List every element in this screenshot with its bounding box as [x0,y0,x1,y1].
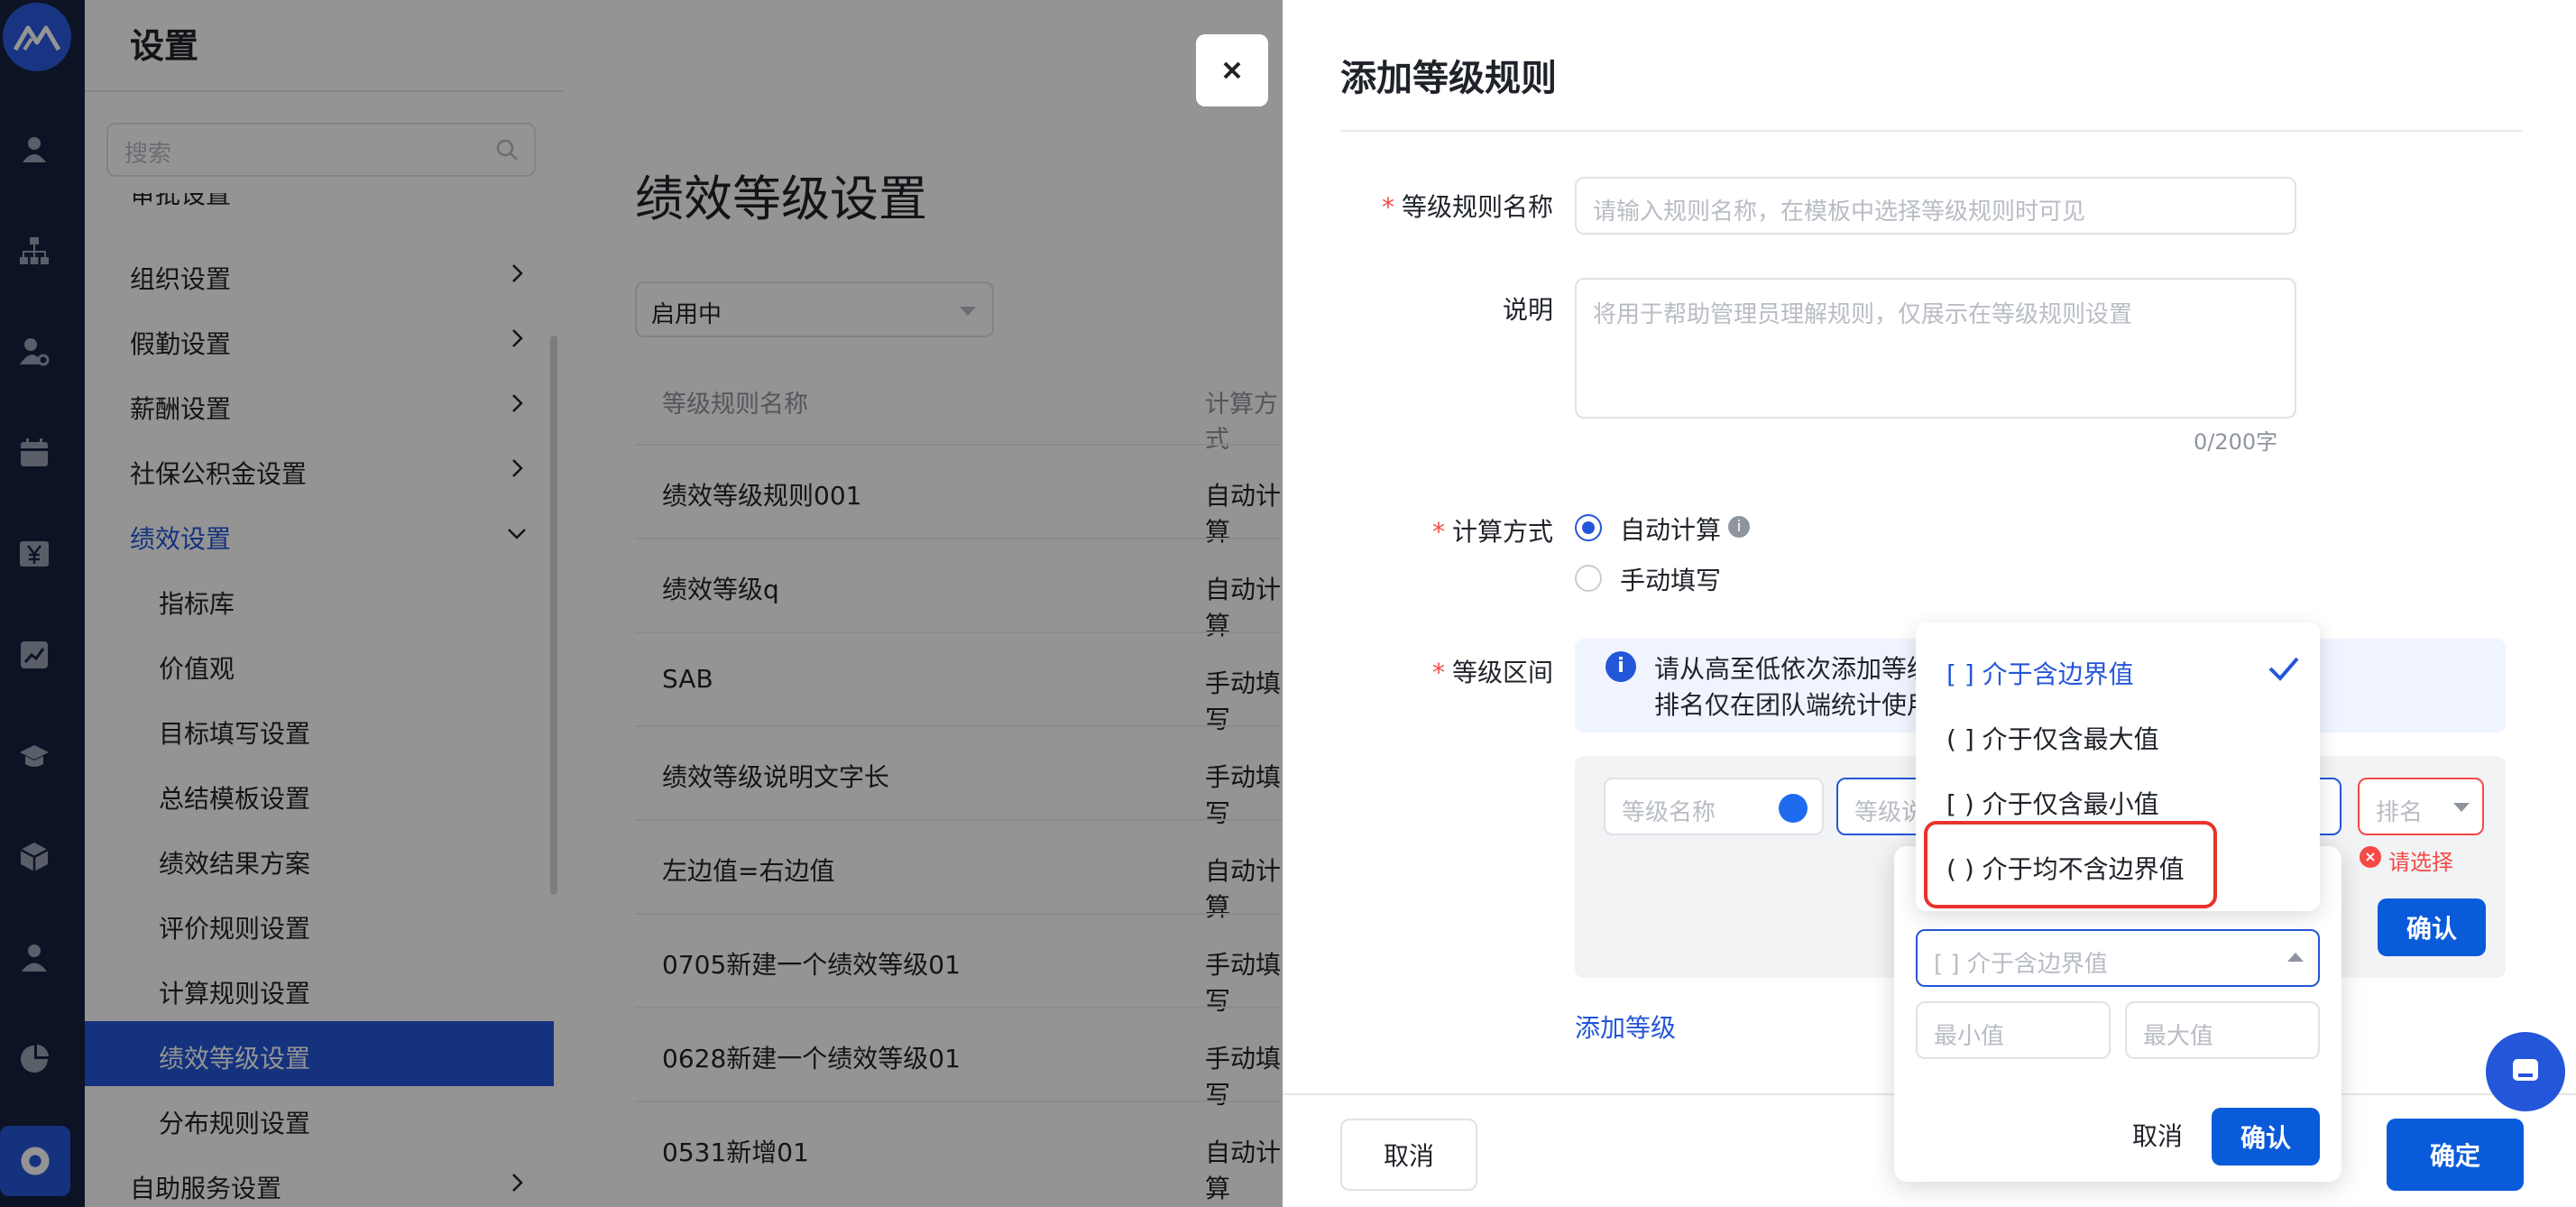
description-placeholder: 将用于帮助管理员理解规则，仅展示在等级规则设置 [1593,301,2133,328]
add-level-link[interactable]: 添加等级 [1575,1009,1676,1045]
radio-auto-calc[interactable] [1575,514,1602,541]
ok-button[interactable]: 确定 [2387,1119,2524,1191]
highlight-annotation [1924,821,2217,908]
rank-select[interactable]: 排名 [2358,778,2484,835]
dropdown-option[interactable]: ( ] 介于仅含最大值 [1946,720,2159,756]
boundary-type-select[interactable]: [ ] 介于含边界值 [1916,929,2320,987]
drawer-title: 添加等级规则 [1340,58,1557,99]
info-icon[interactable]: i [1728,516,1750,538]
radio-manual-label: 手动填写 [1620,566,1722,595]
calc-method-label-text: 计算方式 [1451,517,1553,547]
calc-method-label: * 计算方式 [1355,512,1553,548]
radio-manual[interactable] [1575,565,1602,592]
min-value-placeholder: 最小值 [1934,1023,2005,1050]
level-name-input[interactable]: 等级名称 [1604,778,1824,835]
floating-chat-button[interactable] [2466,1030,2576,1113]
min-value-input[interactable]: 最小值 [1916,1001,2111,1059]
divider [1340,130,2522,132]
modal-backdrop[interactable] [0,0,1283,1207]
close-icon [1223,61,1241,79]
rule-name-label: * 等级规则名称 [1355,188,1553,224]
close-drawer-button[interactable] [1196,34,1268,106]
rule-name-input[interactable]: 请输入规则名称，在模板中选择等级规则时可见 [1575,177,2296,235]
char-counter: 0/200字 [2194,429,2278,455]
description-label: 说明 [1502,295,1553,325]
popover-cancel-button[interactable]: 取消 [2132,1117,2183,1153]
description-textarea[interactable]: 将用于帮助管理员理解规则，仅展示在等级规则设置 [1575,278,2296,419]
info-text-line2: 排名仅在团队端统计使用 [1654,690,1933,720]
rule-name-label-text: 等级规则名称 [1401,192,1553,222]
info-circle-icon: i [1605,651,1636,682]
dropdown-option[interactable]: [ ) 介于仅含最小值 [1946,785,2159,821]
required-mark: * [1381,192,1394,222]
required-mark: * [1431,658,1445,687]
caret-down-icon [2453,803,2470,812]
color-picker-dot[interactable] [1779,794,1808,823]
error-icon: × [2360,846,2381,868]
dropdown-option[interactable]: [ ] 介于含边界值 [1946,655,2134,691]
grade-range-label: * 等级区间 [1355,653,1553,689]
cancel-button[interactable]: 取消 [1340,1119,1477,1191]
chat-icon [2486,1032,2565,1111]
rank-error-text: 请选择 [2388,850,2453,875]
rank-placeholder: 排名 [2376,799,2424,826]
boundary-type-value: [ ] 介于含边界值 [1934,951,2108,978]
checkmark-icon [2268,657,2299,681]
rule-name-placeholder: 请输入规则名称，在模板中选择等级规则时可见 [1593,198,2086,226]
max-value-placeholder: 最大值 [2143,1023,2214,1050]
radio-auto-calc-label: 自动计算 [1620,515,1722,545]
row-confirm-button[interactable]: 确认 [2378,898,2486,956]
popover-confirm-button[interactable]: 确认 [2212,1108,2320,1166]
max-value-input[interactable]: 最大值 [2125,1001,2320,1059]
required-mark: * [1431,517,1445,547]
grade-range-label-text: 等级区间 [1451,658,1553,687]
caret-up-icon [2287,953,2304,962]
level-name-placeholder: 等级名称 [1622,799,1716,826]
info-text-line1: 请从高至低依次添加等级 [1654,654,1933,684]
